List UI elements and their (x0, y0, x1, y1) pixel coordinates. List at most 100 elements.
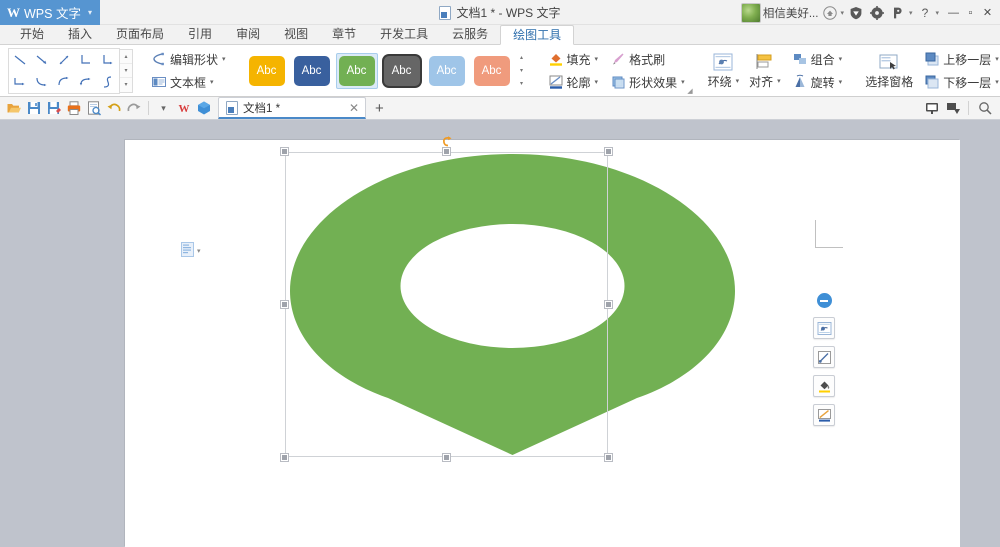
tab-start[interactable]: 开始 (8, 24, 56, 44)
shape-gallery-scroll-down-button[interactable]: ▾ (120, 64, 132, 78)
shape-style-scroll-down-button[interactable]: ▾ (516, 64, 528, 77)
shape-line-arrow-icon[interactable] (31, 49, 53, 71)
format-dialog-launcher[interactable]: ◢ (687, 87, 692, 95)
tab-sections[interactable]: 章节 (320, 24, 368, 44)
send-backward-button[interactable]: 下移一层 ▾ (921, 73, 1000, 92)
chevron-down-icon[interactable]: ▾ (777, 77, 781, 85)
print-preview-icon[interactable] (84, 99, 103, 118)
chevron-down-icon[interactable]: ▾ (595, 55, 599, 63)
shape-style-swatch-2[interactable]: Abc (294, 56, 330, 86)
document-page[interactable]: ▾ (125, 140, 960, 547)
text-box-button[interactable]: 文本框 ▾ (148, 73, 229, 92)
shape-style-swatch-3[interactable]: Abc (339, 56, 375, 86)
resize-handle-s[interactable] (443, 454, 450, 461)
chevron-down-icon[interactable]: ▾ (736, 77, 740, 85)
resize-handle-w[interactable] (281, 301, 288, 308)
avatar[interactable] (741, 3, 761, 23)
shape-curve-double-arrow-icon[interactable] (75, 71, 97, 93)
customize-caret-icon[interactable]: ▾ (154, 99, 173, 118)
edit-shape-button[interactable]: 编辑形状 ▾ (148, 50, 229, 69)
fill-button[interactable]: 填充 ▾ (545, 50, 602, 69)
shape-style-option[interactable]: Abc (381, 53, 423, 89)
outline-color-button[interactable] (813, 404, 835, 426)
resize-handle-se[interactable] (605, 454, 612, 461)
document-tab[interactable]: 文档1 * ✕ (218, 97, 366, 119)
caret-down-icon[interactable]: ▾ (840, 9, 844, 17)
chevron-down-icon[interactable]: ▾ (88, 8, 92, 17)
shape-style-option[interactable]: Abc (246, 53, 288, 89)
group-button[interactable]: 组合 ▾ (789, 50, 846, 69)
tab-drawing-tools[interactable]: 绘图工具 (500, 25, 574, 45)
selected-shape-container[interactable] (285, 152, 608, 457)
tab-developer-tools[interactable]: 开发工具 (368, 24, 440, 44)
resize-handle-sw[interactable] (281, 454, 288, 461)
shape-style-option[interactable]: Abc (291, 53, 333, 89)
shape-gallery-expand-button[interactable]: ▾ (120, 78, 132, 91)
wps-cloud-icon[interactable]: W (174, 99, 193, 118)
shape-curve-connector-icon[interactable] (31, 71, 53, 93)
shape-effect-button[interactable]: 形状效果 ▾ (607, 73, 688, 92)
chevron-down-icon[interactable]: ▾ (839, 55, 843, 63)
resize-handle-ne[interactable] (605, 148, 612, 155)
chevron-down-icon[interactable]: ▾ (197, 247, 201, 255)
close-button[interactable]: ✕ (979, 3, 996, 23)
caret-down-icon[interactable]: ▾ (935, 9, 939, 17)
wps-app-tab[interactable]: W WPS 文字 ▾ (0, 0, 100, 25)
shape-style-scroll-up-button[interactable]: ▴ (516, 51, 528, 64)
rotation-handle[interactable] (440, 135, 454, 149)
format-brush-button[interactable]: 格式刷 (607, 50, 688, 69)
shape-style-swatch-6[interactable]: Abc (474, 56, 510, 86)
tab-view[interactable]: 视图 (272, 24, 320, 44)
layout-collapse-button[interactable] (817, 293, 832, 308)
tab-insert[interactable]: 插入 (56, 24, 104, 44)
wps-box-icon[interactable] (194, 99, 213, 118)
tab-page-layout[interactable]: 页面布局 (104, 24, 176, 44)
shape-freeform-curve-icon[interactable] (97, 71, 119, 93)
selection-pane-button[interactable]: 选择窗格 (863, 73, 915, 90)
shape-gallery-scroll-up-button[interactable]: ▴ (120, 50, 132, 64)
shape-curve-arrow-icon[interactable] (53, 71, 75, 93)
maximize-button[interactable]: ▫ (962, 3, 979, 23)
shape-edit-button[interactable] (813, 346, 835, 368)
dropbox-icon[interactable] (889, 3, 908, 22)
caret-down-icon[interactable]: ▾ (909, 9, 913, 17)
shape-elbow-arrow-icon[interactable] (97, 49, 119, 71)
resize-handle-n[interactable] (443, 148, 450, 155)
undo-icon[interactable] (104, 99, 123, 118)
chevron-down-icon[interactable]: ▾ (995, 78, 999, 86)
align-button[interactable]: 对齐 ▾ (747, 73, 783, 90)
chevron-down-icon[interactable]: ▾ (839, 78, 843, 86)
open-icon[interactable] (4, 99, 23, 118)
shape-line-double-arrow-icon[interactable] (53, 49, 75, 71)
save-as-icon[interactable] (44, 99, 63, 118)
shield-icon[interactable] (847, 3, 866, 22)
shape-elbow-connector-icon[interactable] (75, 49, 97, 71)
chevron-down-icon[interactable]: ▾ (681, 78, 685, 86)
minimize-button[interactable]: — (945, 3, 962, 23)
help-icon[interactable]: ? (915, 3, 934, 22)
layout-options-marker[interactable]: ▾ (181, 242, 201, 260)
export-icon[interactable] (943, 99, 962, 118)
wrap-button[interactable]: 环绕 ▾ (706, 73, 742, 90)
save-icon[interactable] (24, 99, 43, 118)
layout-options-icon[interactable] (181, 242, 194, 260)
wrap-text-button[interactable] (813, 317, 835, 339)
chevron-down-icon[interactable]: ▾ (995, 55, 999, 63)
resize-handle-nw[interactable] (281, 148, 288, 155)
tab-cloud-services[interactable]: 云服务 (440, 24, 500, 44)
shape-style-swatch-1[interactable]: Abc (249, 56, 285, 86)
search-icon[interactable] (975, 99, 994, 118)
shape-style-expand-button[interactable]: ▾ (516, 77, 528, 90)
redo-icon[interactable] (124, 99, 143, 118)
user-name-label[interactable]: 相信美好... (763, 5, 819, 21)
gear-icon[interactable] (868, 3, 887, 22)
close-icon[interactable]: ✕ (349, 101, 359, 115)
resize-handle-e[interactable] (605, 301, 612, 308)
shape-gallery[interactable] (8, 48, 120, 94)
shape-style-option[interactable]: Abc (426, 53, 468, 89)
home-badge-icon[interactable] (820, 3, 839, 22)
fill-color-button[interactable] (813, 375, 835, 397)
bring-forward-button[interactable]: 上移一层 ▾ (921, 50, 1000, 69)
presentation-icon[interactable] (922, 99, 941, 118)
tab-references[interactable]: 引用 (176, 24, 224, 44)
